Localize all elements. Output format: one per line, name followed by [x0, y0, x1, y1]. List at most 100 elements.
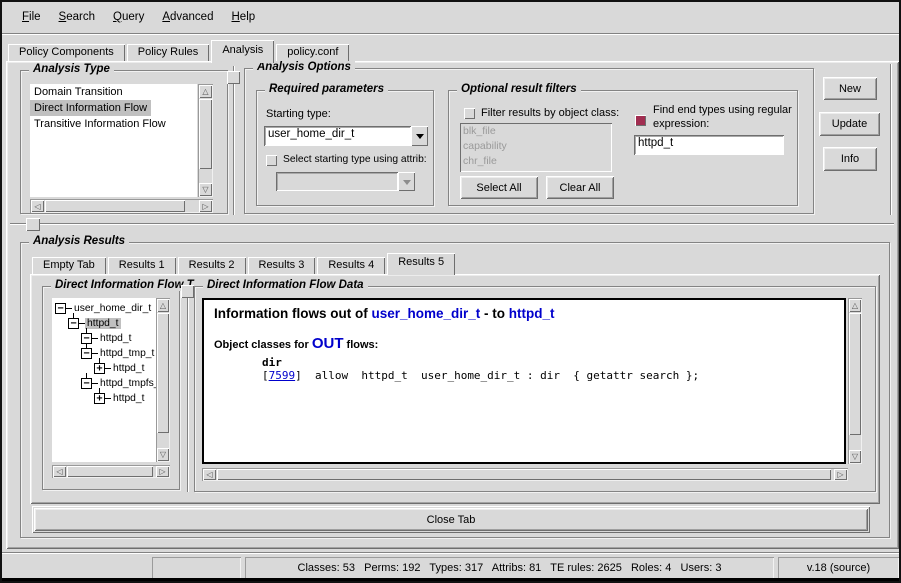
menu-query[interactable]: Query	[104, 8, 153, 26]
results-tab-results-3[interactable]: Results 3	[248, 257, 316, 274]
tree-node[interactable]: −httpd_t	[52, 331, 156, 346]
tab-policy-components[interactable]: Policy Components	[8, 44, 125, 61]
tree-node[interactable]: −httpd_tmpfs_	[52, 376, 156, 391]
close-tab-button[interactable]: Close Tab	[34, 508, 868, 531]
tab-policy-conf[interactable]: policy.conf	[276, 44, 349, 61]
scroll-thumb[interactable]	[45, 200, 185, 212]
attrib-checkbox[interactable]	[266, 155, 277, 166]
analysis-type-item[interactable]: Transitive Information Flow	[30, 116, 170, 132]
analysis-type-hscrollbar[interactable]: ◁ ▷	[30, 199, 213, 213]
flow-data-title: Direct Information Flow Data	[203, 279, 368, 291]
results-tab-results-2[interactable]: Results 2	[178, 257, 246, 274]
flow-data-hscrollbar[interactable]: ◁ ▷	[202, 468, 848, 481]
tab-policy-rules[interactable]: Policy Rules	[127, 44, 210, 61]
flow-tree-hscrollbar[interactable]: ◁ ▷	[52, 465, 170, 478]
scroll-up-icon[interactable]: △	[199, 85, 212, 98]
starting-type-label: Starting type:	[266, 108, 331, 120]
collapse-icon[interactable]: −	[68, 318, 79, 329]
analysis-type-item[interactable]: Direct Information Flow	[30, 100, 151, 116]
menu-file[interactable]: File	[13, 8, 50, 26]
flow-data-textarea[interactable]: Information flows out of user_home_dir_t…	[202, 298, 846, 464]
menu-advanced[interactable]: Advanced	[153, 8, 222, 26]
scroll-up-icon[interactable]: △	[849, 299, 861, 312]
flow-tree-listbox[interactable]: −user_home_dir_t−httpd_t−httpd_t−httpd_t…	[52, 298, 156, 462]
expand-icon[interactable]: +	[94, 393, 105, 404]
collapse-icon[interactable]: −	[81, 378, 92, 389]
pane-divider	[233, 66, 235, 215]
tree-node-label[interactable]: user_home_dir_t	[72, 303, 153, 314]
status-cell-empty	[152, 557, 241, 579]
starting-type-combobox[interactable]: user_home_dir_t	[264, 126, 411, 146]
filter-by-class-label: Filter results by object class:	[481, 107, 619, 119]
results-tab-results-5[interactable]: Results 5	[387, 253, 455, 275]
scroll-thumb[interactable]	[199, 99, 212, 169]
scroll-right-icon[interactable]: ▷	[199, 200, 212, 212]
tree-node[interactable]: −httpd_tmp_t	[52, 346, 156, 361]
tree-node-label[interactable]: httpd_tmp_t	[98, 348, 156, 359]
chevron-down-icon	[416, 134, 424, 143]
scroll-right-icon[interactable]: ▷	[156, 466, 169, 477]
rule-number-link[interactable]: 7599	[269, 369, 296, 382]
scroll-right-icon[interactable]: ▷	[834, 469, 847, 480]
scroll-thumb[interactable]	[217, 469, 831, 480]
info-button[interactable]: Info	[823, 147, 877, 171]
sash-handle[interactable]	[181, 285, 194, 298]
menu-bar: FileSearchQueryAdvancedHelp	[2, 2, 899, 32]
status-separator	[2, 552, 899, 554]
select-all-button[interactable]: Select All	[460, 176, 538, 199]
scroll-left-icon[interactable]: ◁	[203, 469, 216, 480]
results-tab-bar: Empty TabResults 1Results 2Results 3Resu…	[32, 253, 457, 275]
flow-tree-vscrollbar[interactable]: △ ▽	[156, 298, 170, 462]
analysis-type-vscrollbar[interactable]: △ ▽	[198, 84, 213, 197]
new-button[interactable]: New	[823, 77, 877, 100]
tree-node-label[interactable]: httpd_t	[111, 363, 147, 374]
object-class-item: capability	[463, 139, 609, 154]
tree-node[interactable]: + httpd_t	[52, 361, 156, 376]
tree-node[interactable]: −user_home_dir_t	[52, 301, 156, 316]
collapse-icon[interactable]: −	[55, 303, 66, 314]
results-tab-results-4[interactable]: Results 4	[317, 257, 385, 274]
scroll-thumb[interactable]	[157, 313, 169, 433]
scroll-up-icon[interactable]: △	[157, 299, 169, 312]
scroll-down-icon[interactable]: ▽	[157, 448, 169, 461]
tree-node[interactable]: + httpd_t	[52, 391, 156, 406]
object-class-item: blk_file	[463, 124, 609, 139]
clear-all-button[interactable]: Clear All	[546, 176, 614, 199]
analysis-type-item[interactable]: Domain Transition	[30, 84, 127, 100]
scroll-left-icon[interactable]: ◁	[31, 200, 44, 212]
allow-rule-line: [7599] allow httpd_t user_home_dir_t : d…	[262, 369, 834, 382]
attrib-checkbox-label: Select starting type using attrib:	[283, 154, 427, 165]
tree-node-label[interactable]: httpd_tmpfs_	[98, 378, 156, 389]
regex-input[interactable]: httpd_t	[634, 135, 784, 155]
main-tab-bar: Policy ComponentsPolicy RulesAnalysispol…	[8, 40, 351, 63]
starting-type-dropdown-button[interactable]	[411, 126, 428, 146]
object-class-item: chr_file	[463, 154, 609, 169]
menu-search[interactable]: Search	[50, 8, 104, 26]
regex-checkbox[interactable]	[635, 115, 646, 126]
pane-divider	[187, 286, 189, 492]
collapse-icon[interactable]: −	[81, 348, 92, 359]
scroll-down-icon[interactable]: ▽	[199, 183, 212, 196]
scroll-left-icon[interactable]: ◁	[53, 466, 66, 477]
filter-by-class-checkbox[interactable]	[464, 108, 475, 119]
scroll-thumb[interactable]	[67, 466, 153, 477]
sash-handle[interactable]	[26, 218, 40, 231]
expand-icon[interactable]: +	[94, 363, 105, 374]
sash-handle[interactable]	[227, 71, 240, 84]
tree-node[interactable]: −httpd_t	[52, 316, 156, 331]
scroll-thumb[interactable]	[849, 313, 861, 435]
results-tab-empty-tab[interactable]: Empty Tab	[32, 257, 106, 274]
menu-help[interactable]: Help	[222, 8, 264, 26]
update-button[interactable]: Update	[819, 112, 880, 136]
object-classes-line: Object classes for OUT flows:	[214, 335, 834, 352]
results-tab-results-1[interactable]: Results 1	[108, 257, 176, 274]
tree-node-label[interactable]: httpd_t	[111, 393, 147, 404]
analysis-type-listbox[interactable]: Domain TransitionDirect Information Flow…	[30, 84, 197, 197]
flow-data-vscrollbar[interactable]: △ ▽	[848, 298, 862, 464]
tree-node-label[interactable]: httpd_t	[85, 318, 121, 329]
flow-source-type: user_home_dir_t	[371, 306, 480, 321]
menu-separator	[2, 33, 899, 35]
scroll-down-icon[interactable]: ▽	[849, 450, 861, 463]
tree-node-label[interactable]: httpd_t	[98, 333, 134, 344]
tab-analysis[interactable]: Analysis	[211, 40, 274, 63]
